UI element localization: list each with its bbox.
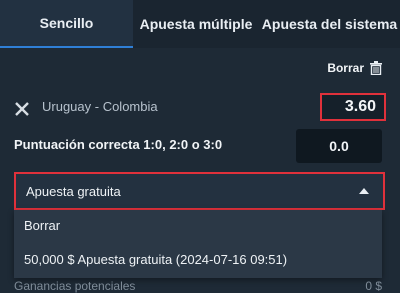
- stake-input[interactable]: 0.0: [296, 129, 382, 163]
- caret-up-icon: [359, 188, 369, 194]
- match-name: Uruguay - Colombia: [42, 99, 158, 114]
- free-bet-options: Borrar 50,000 $ Apuesta gratuita (2024-0…: [14, 210, 382, 278]
- tab-apuesta-multiple[interactable]: Apuesta múltiple: [133, 0, 259, 48]
- option-borrar[interactable]: Borrar: [24, 218, 60, 233]
- clear-button[interactable]: Borrar: [327, 58, 382, 78]
- tab-apuesta-sistema[interactable]: Apuesta del sistema: [259, 0, 400, 48]
- trash-icon: [370, 61, 382, 75]
- free-bet-select[interactable]: Apuesta gratuita: [14, 172, 385, 210]
- potential-winnings-value: 0 $: [365, 279, 382, 293]
- bet-type-tabs: Sencillo Apuesta múltiple Apuesta del si…: [0, 0, 400, 48]
- odds-value: 3.60: [320, 93, 386, 121]
- clear-label: Borrar: [327, 61, 364, 75]
- free-bet-selected: Apuesta gratuita: [26, 183, 121, 199]
- potential-winnings-label: Ganancias potenciales: [14, 279, 136, 293]
- tab-sencillo[interactable]: Sencillo: [0, 0, 133, 48]
- close-icon[interactable]: [14, 101, 30, 117]
- option-free-bet[interactable]: 50,000 $ Apuesta gratuita (2024-07-16 09…: [24, 252, 287, 267]
- market-label: Puntuación correcta 1:0, 2:0 o 3:0: [14, 137, 223, 152]
